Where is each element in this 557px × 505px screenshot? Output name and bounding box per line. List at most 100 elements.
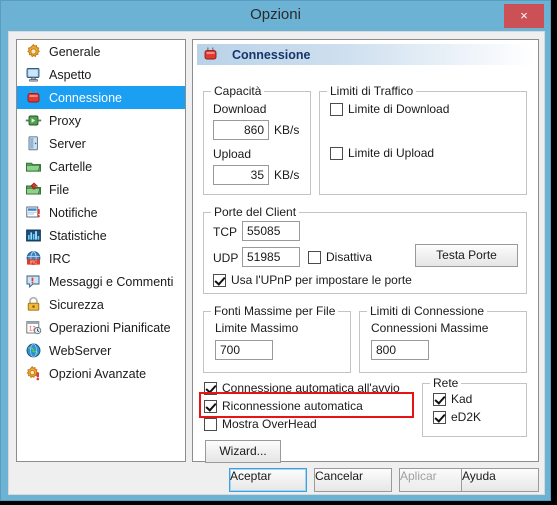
overhead-checkbox[interactable]: Mostra OverHead bbox=[204, 417, 317, 431]
checkbox-box bbox=[213, 273, 226, 287]
checkbox-box bbox=[330, 146, 343, 160]
network-group-title: Rete bbox=[430, 376, 462, 390]
capacity-group-title: Capacità bbox=[211, 84, 265, 98]
wizard-button[interactable]: Wizard... bbox=[205, 440, 281, 463]
gear-icon bbox=[25, 43, 42, 60]
sidebar-item-aspetto[interactable]: Aspetto bbox=[17, 63, 185, 86]
tcp-label: TCP bbox=[213, 225, 237, 239]
panel-header: Connessione bbox=[197, 44, 534, 65]
max-connections-input[interactable] bbox=[371, 340, 429, 360]
connection-limits-group-title: Limiti di Connessione bbox=[367, 304, 488, 318]
checkbox-box bbox=[204, 399, 217, 413]
checkbox-box bbox=[330, 102, 343, 116]
sidebar-item-webserver[interactable]: WebServer bbox=[17, 339, 185, 362]
connection-settings-panel: Connessione Capacità Download KB/s Uploa… bbox=[192, 39, 539, 463]
sidebar-item-messaggi-e-commenti[interactable]: Messaggi e Commenti bbox=[17, 270, 185, 293]
sidebar-item-label: Operazioni Pianificate bbox=[49, 320, 171, 335]
file-folder-icon bbox=[25, 181, 42, 198]
sidebar-item-label: IRC bbox=[49, 251, 71, 266]
autoconnect-label: Connessione automatica all'avvio bbox=[222, 381, 400, 395]
traffic-limits-group-title: Limiti di Traffico bbox=[327, 84, 417, 98]
checkbox-box bbox=[204, 381, 217, 395]
window-title: Opzioni bbox=[250, 6, 301, 23]
statistics-icon bbox=[25, 227, 42, 244]
checkbox-box bbox=[204, 417, 217, 431]
kad-label: Kad bbox=[451, 392, 473, 406]
kad-checkbox[interactable]: Kad bbox=[433, 392, 472, 406]
notification-icon bbox=[25, 204, 42, 221]
udp-label: UDP bbox=[213, 251, 239, 265]
ed2k-checkbox[interactable]: eD2K bbox=[433, 410, 481, 424]
upload-unit-label: KB/s bbox=[274, 168, 300, 182]
download-capacity-input[interactable] bbox=[213, 120, 269, 140]
sidebar-item-sicurezza[interactable]: Sicurezza bbox=[17, 293, 185, 316]
calendar-clock-icon: 12 bbox=[25, 319, 42, 336]
capacity-group: Capacità Download KB/s Upload KB/s bbox=[203, 84, 311, 195]
client-ports-group: Porte del Client TCP UDP Disattiva Usa l… bbox=[203, 205, 527, 294]
network-group: Rete Kad eD2K bbox=[422, 376, 527, 437]
advanced-gear-icon bbox=[25, 365, 42, 382]
sidebar-item-label: Connessione bbox=[49, 90, 122, 105]
sidebar-item-proxy[interactable]: Proxy bbox=[17, 109, 185, 132]
sidebar-item-label: Proxy bbox=[49, 113, 81, 128]
sidebar-item-file[interactable]: File bbox=[17, 178, 185, 201]
checkbox-box bbox=[433, 392, 446, 406]
svg-text:IRC: IRC bbox=[30, 259, 38, 264]
sidebar-item-label: Cartelle bbox=[49, 159, 93, 174]
server-door-icon bbox=[25, 135, 42, 152]
max-sources-limit-label: Limite Massimo bbox=[215, 321, 299, 335]
test-ports-button[interactable]: Testa Porte bbox=[415, 244, 518, 267]
checkbox-box bbox=[308, 250, 321, 264]
autoconnect-checkbox[interactable]: Connessione automatica all'avvio bbox=[204, 381, 400, 395]
sidebar-item-cartelle[interactable]: Cartelle bbox=[17, 155, 185, 178]
upload-limit-checkbox[interactable]: Limite di Upload bbox=[330, 146, 434, 160]
sidebar-item-connessione[interactable]: Connessione bbox=[17, 86, 185, 109]
sidebar-item-label: Generale bbox=[49, 44, 101, 59]
reconnect-label: Riconnessione automatica bbox=[222, 399, 363, 413]
reconnect-checkbox[interactable]: Riconnessione automatica bbox=[204, 399, 363, 413]
disable-label: Disattiva bbox=[326, 250, 373, 264]
sidebar-item-operazioni-pianificate[interactable]: 12 Operazioni Pianificate bbox=[17, 316, 185, 339]
max-sources-input[interactable] bbox=[215, 340, 273, 360]
overhead-label: Mostra OverHead bbox=[222, 417, 317, 431]
checkbox-box bbox=[433, 410, 446, 424]
sidebar-item-generale[interactable]: Generale bbox=[17, 40, 185, 63]
sidebar-item-label: File bbox=[49, 182, 70, 197]
traffic-limits-group: Limiti di Traffico Limite di Download Li… bbox=[319, 84, 527, 195]
udp-port-input[interactable] bbox=[242, 247, 300, 267]
sidebar-item-server[interactable]: Server bbox=[17, 132, 185, 155]
upload-label: Upload bbox=[213, 147, 252, 161]
options-window: Opzioni × Generale Aspetto Connessione P… bbox=[0, 0, 551, 501]
sidebar-item-statistiche[interactable]: Statistiche bbox=[17, 224, 185, 247]
sidebar-item-irc[interactable]: IRC IRC bbox=[17, 247, 185, 270]
sidebar-item-label: Server bbox=[49, 136, 86, 151]
lock-icon bbox=[25, 296, 42, 313]
upload-limit-label: Limite di Upload bbox=[348, 146, 435, 160]
disable-udp-checkbox[interactable]: Disattiva bbox=[308, 250, 372, 264]
client-ports-group-title: Porte del Client bbox=[211, 205, 300, 219]
close-icon[interactable]: × bbox=[504, 4, 544, 28]
ed2k-label: eD2K bbox=[451, 410, 482, 424]
sidebar-item-label: Aspetto bbox=[49, 67, 92, 82]
sidebar-item-opzioni-avanzate[interactable]: Opzioni Avanzate bbox=[17, 362, 185, 385]
cancel-button[interactable]: Cancelar bbox=[314, 468, 392, 492]
max-connections-label: Connessioni Massime bbox=[371, 321, 489, 335]
connection-limits-group: Limiti di Connessione Connessioni Massim… bbox=[359, 304, 527, 373]
proxy-icon bbox=[25, 112, 42, 129]
upload-capacity-input[interactable] bbox=[213, 165, 269, 185]
upnp-checkbox[interactable]: Usa l'UPnP per impostare le porte bbox=[213, 273, 412, 287]
sidebar-item-label: Notifiche bbox=[49, 205, 98, 220]
panel-title: Connessione bbox=[232, 47, 311, 62]
category-sidebar[interactable]: Generale Aspetto Connessione Proxy Serve… bbox=[16, 39, 186, 462]
monitor-icon bbox=[25, 66, 42, 83]
max-sources-group-title: Fonti Massime per File bbox=[211, 304, 339, 318]
download-limit-checkbox[interactable]: Limite di Download bbox=[330, 102, 449, 116]
download-limit-label: Limite di Download bbox=[348, 102, 450, 116]
panel-body: Capacità Download KB/s Upload KB/s Limit… bbox=[193, 65, 538, 463]
tcp-port-input[interactable] bbox=[242, 221, 300, 241]
sidebar-item-notifiche[interactable]: Notifiche bbox=[17, 201, 185, 224]
ok-button[interactable]: Aceptar bbox=[229, 468, 307, 492]
download-label: Download bbox=[213, 102, 267, 116]
folder-icon bbox=[25, 158, 42, 175]
help-button[interactable]: Ayuda bbox=[461, 468, 539, 492]
